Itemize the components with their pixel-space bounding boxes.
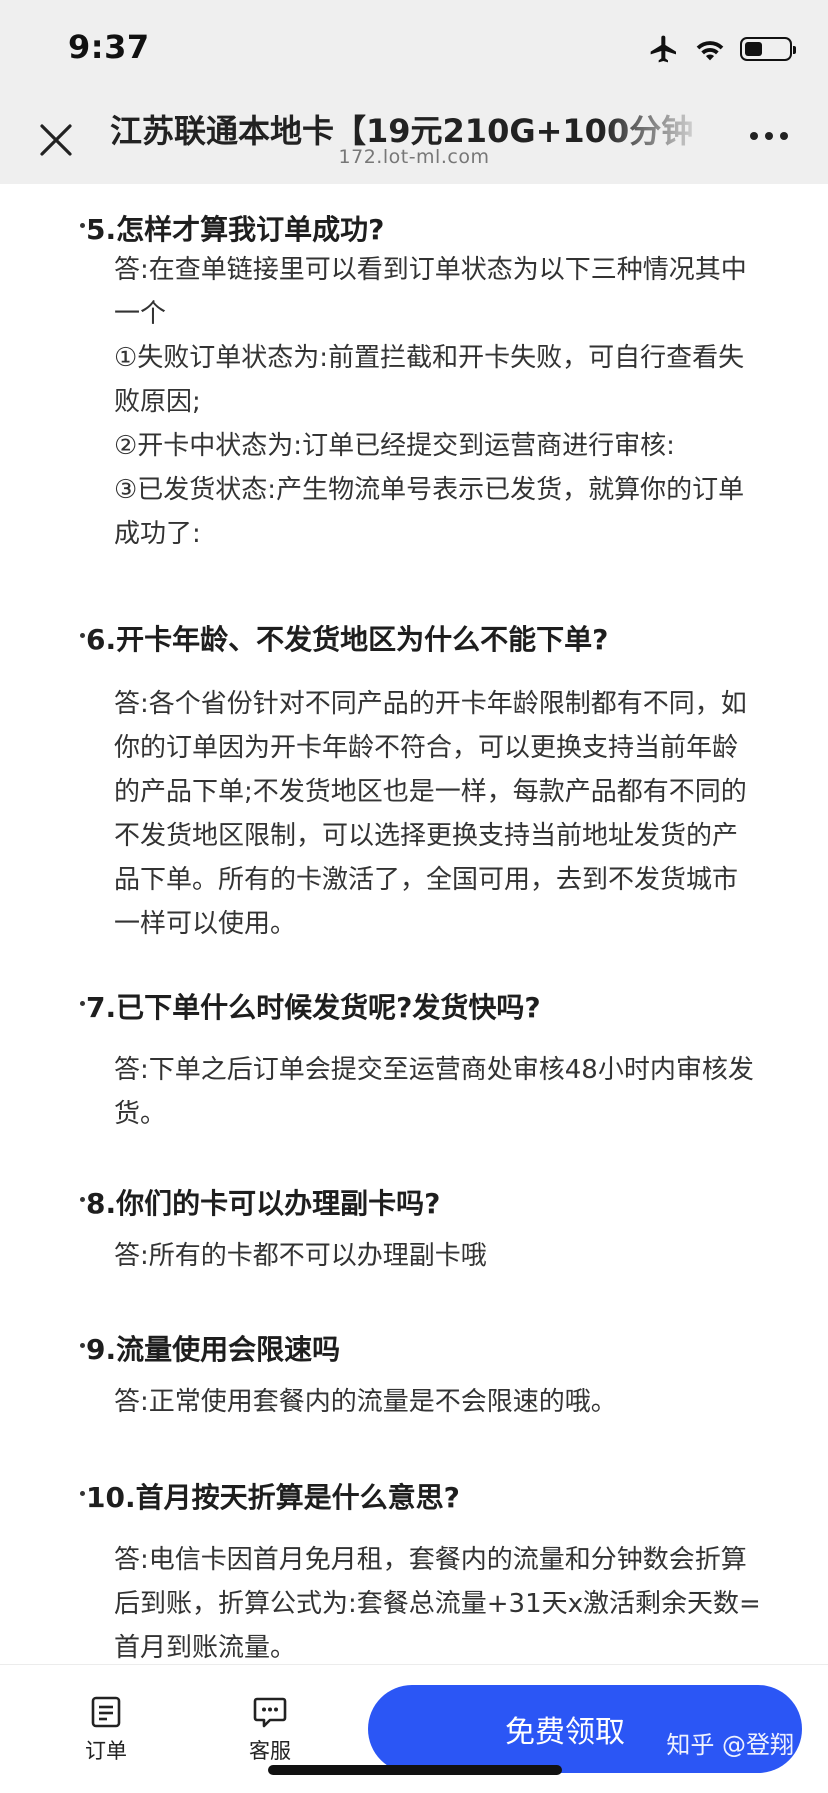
answer-line: 后到账，折算公式为:套餐总流量+31天x激活剩余天数= xyxy=(114,1589,761,1619)
faq-question: 8.你们的卡可以办理副卡吗? xyxy=(79,1182,440,1222)
faq-question: 10.首月按天折算是什么意思? xyxy=(80,1476,460,1516)
airplane-icon xyxy=(650,35,676,63)
tab-customer-service[interactable]: 客服 xyxy=(230,1695,310,1765)
answer-line: ②开卡中状态为:订单已经提交到运营商进行审核: xyxy=(114,431,675,461)
chat-bubble-icon xyxy=(253,1697,287,1728)
top-bar: 9:37 江苏联通本地卡【19元210G+100分钟 172.lot-ml.co… xyxy=(0,0,828,184)
faq-question: 5.怎样才算我订单成功? xyxy=(79,208,384,248)
answer-line: 成功了: xyxy=(114,519,201,549)
tab-orders-label: 订单 xyxy=(85,1739,127,1763)
answer-line: 的产品下单;不发货地区也是一样，每款产品都有不同的 xyxy=(114,777,747,807)
more-button[interactable] xyxy=(746,124,792,148)
battery-icon xyxy=(740,37,796,61)
watermark: 知乎 @登翔 xyxy=(666,1731,794,1759)
answer-line: 一个 xyxy=(114,299,167,329)
answer-line: 答:正常使用套餐内的流量是不会限速的哦。 xyxy=(114,1387,617,1417)
faq-answer: 答:各个省份针对不同产品的开卡年龄限制都有不同，如 你的订单因为开卡年龄不符合，… xyxy=(114,682,804,946)
answer-line: 你的订单因为开卡年龄不符合，可以更换支持当前年龄 xyxy=(114,733,739,763)
home-indicator xyxy=(268,1765,562,1775)
faq-question: 7.已下单什么时候发货呢?发货快吗? xyxy=(80,986,541,1026)
answer-line: 货。 xyxy=(114,1099,167,1129)
faq-answer: 答:正常使用套餐内的流量是不会限速的哦。 xyxy=(114,1380,804,1424)
faq-answer: 答:电信卡因首月免月租，套餐内的流量和分钟数会折算 后到账，折算公式为:套餐总流… xyxy=(114,1538,804,1664)
tab-orders[interactable]: 订单 xyxy=(66,1695,146,1765)
answer-line: 答:在查单链接里可以看到订单状态为以下三种情况其中 xyxy=(114,255,747,285)
answer-line: 败原因; xyxy=(114,387,201,417)
status-icons xyxy=(648,30,796,68)
wifi-icon xyxy=(696,41,724,61)
order-list-icon xyxy=(91,1696,121,1728)
answer-line: 首月到账流量。 xyxy=(114,1633,297,1663)
answer-line: 答:电信卡因首月免月租，套餐内的流量和分钟数会折算 xyxy=(114,1545,747,1575)
status-time: 9:37 xyxy=(68,28,150,66)
battery-level xyxy=(745,42,762,56)
faq-question: 6.开卡年龄、不发货地区为什么不能下单? xyxy=(79,618,608,658)
answer-line: 品下单。所有的卡激活了，全国可用，去到不发货城市 xyxy=(114,865,739,895)
answer-line: ③已发货状态:产生物流单号表示已发货，就算你的订单 xyxy=(114,475,745,505)
tab-customer-service-label: 客服 xyxy=(249,1739,291,1763)
answer-line: 答:下单之后订单会提交至运营商处审核48小时内审核发 xyxy=(114,1055,754,1085)
faq-answer: 答:在查单链接里可以看到订单状态为以下三种情况其中 一个 ①失败订单状态为:前置… xyxy=(114,248,804,556)
answer-line: 一样可以使用。 xyxy=(114,909,297,939)
more-icon xyxy=(750,132,788,140)
free-claim-label: 免费领取 xyxy=(505,1715,625,1750)
faq-answer: 答:下单之后订单会提交至运营商处审核48小时内审核发 货。 xyxy=(114,1048,804,1136)
faq-answer: 答:所有的卡都不可以办理副卡哦 xyxy=(114,1234,804,1278)
page-url: 172.lot-ml.com xyxy=(338,146,490,168)
answer-line: 不发货地区限制，可以选择更换支持当前地址发货的产 xyxy=(114,821,739,851)
answer-line: 答:所有的卡都不可以办理副卡哦 xyxy=(114,1241,487,1271)
answer-line: 答:各个省份针对不同产品的开卡年龄限制都有不同，如 xyxy=(114,689,747,719)
faq-question: 9.流量使用会限速吗 xyxy=(79,1328,340,1368)
faq-content: 5.怎样才算我订单成功? 答:在查单链接里可以看到订单状态为以下三种情况其中 一… xyxy=(0,184,828,1664)
answer-line: ①失败订单状态为:前置拦截和开卡失败，可自行查看失 xyxy=(114,343,745,373)
